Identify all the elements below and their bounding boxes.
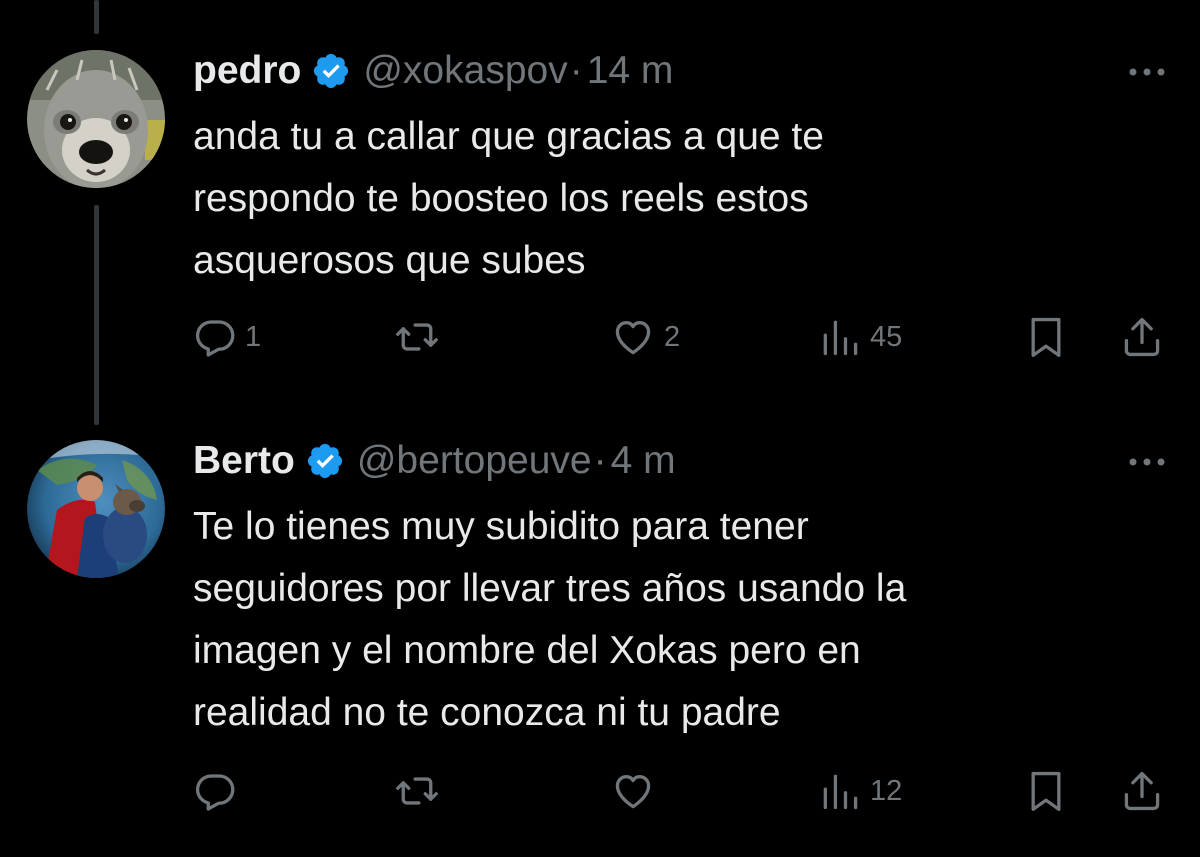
like-button[interactable]: [610, 766, 664, 816]
tweet-text-line: respondo te boosteo los reels estos: [193, 177, 809, 220]
more-options-icon[interactable]: [1124, 452, 1170, 472]
bookmark-icon: [1031, 317, 1061, 357]
tweet-text-line: anda tu a callar que gracias a que te: [193, 115, 824, 158]
share-button[interactable]: [1120, 766, 1164, 816]
user-handle[interactable]: @bertopeuve: [357, 438, 592, 484]
verified-badge-icon[interactable]: [305, 441, 345, 481]
avatar[interactable]: [27, 50, 165, 188]
tweet-pedro[interactable]: pedro @xokaspov · 14 m anda tu a callar …: [0, 0, 1200, 420]
separator-dot: ·: [593, 439, 607, 482]
share-icon: [1124, 771, 1160, 811]
reply-button[interactable]: [193, 766, 245, 816]
verified-badge-icon[interactable]: [311, 51, 351, 91]
views-count: 45: [870, 320, 903, 353]
bookmark-icon: [1031, 771, 1061, 811]
display-name[interactable]: pedro: [193, 48, 301, 94]
views-chart-icon: [823, 320, 858, 356]
tweet-text-line: imagen y el nombre del Xokas pero en: [193, 629, 861, 672]
like-button[interactable]: 2: [610, 312, 680, 362]
views-button[interactable]: 12: [818, 766, 902, 816]
tweet-text-line: Te lo tienes muy subidito para tener: [193, 505, 809, 548]
tweet-text-line: seguidores por llevar tres años usando l…: [193, 567, 907, 610]
superhero-with-dog-avatar-icon: [27, 440, 165, 578]
views-chart-icon: [823, 774, 858, 810]
user-handle[interactable]: @xokaspov: [363, 48, 567, 94]
tweet-header: Berto @bertopeuve · 4 m: [193, 438, 676, 484]
reply-button[interactable]: 1: [193, 312, 261, 362]
like-count: 2: [664, 320, 681, 353]
timestamp[interactable]: 4 m: [611, 438, 676, 484]
more-options-icon[interactable]: [1124, 62, 1170, 82]
separator-dot: ·: [569, 49, 583, 92]
conversation-thread: pedro @xokaspov · 14 m anda tu a callar …: [0, 0, 1200, 857]
tweet-actions: 1 2 45: [0, 312, 1200, 362]
heart-icon: [615, 321, 651, 355]
heart-icon: [615, 775, 651, 809]
reply-icon: [195, 774, 235, 811]
share-button[interactable]: [1120, 312, 1164, 362]
reply-count: 1: [245, 320, 262, 353]
tweet-text: anda tu a callar que gracias a que te re…: [193, 106, 1093, 292]
dog-face-avatar-icon: [27, 50, 165, 188]
share-icon: [1124, 317, 1160, 357]
repost-icon: [396, 777, 438, 805]
reply-icon: [195, 320, 235, 357]
tweet-actions: 12: [0, 766, 1200, 816]
repost-button[interactable]: [393, 312, 449, 362]
bookmark-button[interactable]: [1024, 312, 1068, 362]
views-button[interactable]: 45: [818, 312, 902, 362]
tweet-text-line: asquerosos que subes: [193, 239, 586, 282]
repost-button[interactable]: [393, 766, 449, 816]
tweet-header: pedro @xokaspov · 14 m: [193, 48, 673, 94]
bookmark-button[interactable]: [1024, 766, 1068, 816]
timestamp[interactable]: 14 m: [587, 48, 674, 94]
repost-icon: [396, 323, 438, 351]
display-name[interactable]: Berto: [193, 438, 295, 484]
tweet-text-line: realidad no te conozca ni tu padre: [193, 691, 781, 734]
avatar[interactable]: [27, 440, 165, 578]
views-count: 12: [870, 774, 903, 807]
tweet-berto[interactable]: Berto @bertopeuve · 4 m Te lo tienes muy…: [0, 420, 1200, 857]
tweet-text: Te lo tienes muy subidito para tener seg…: [193, 496, 1093, 744]
